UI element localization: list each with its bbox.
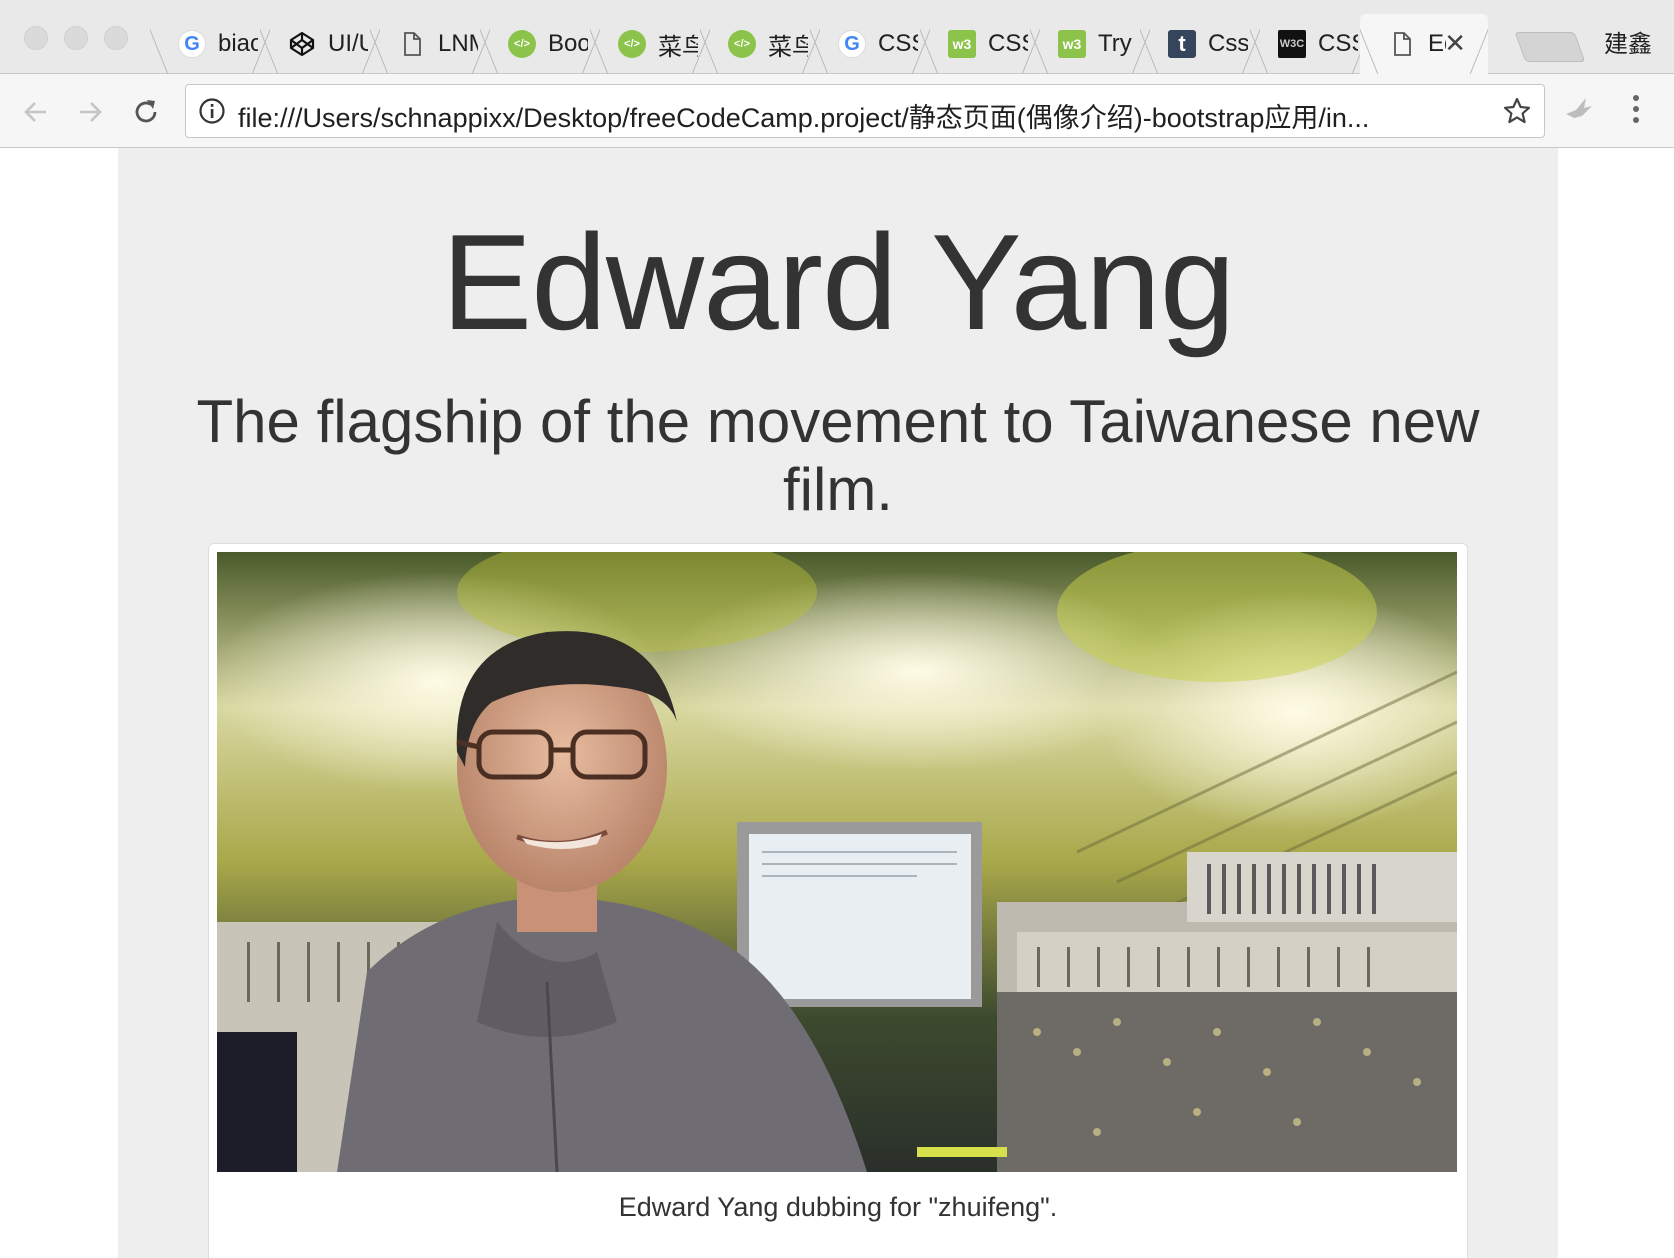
tab-label: CSS	[1318, 30, 1358, 57]
bookmark-star-icon[interactable]	[1502, 96, 1532, 126]
browser-tab[interactable]: </> Boot	[480, 14, 600, 74]
arrow-left-icon	[24, 102, 46, 122]
browser-tab[interactable]: </> 菜鸟	[590, 14, 710, 74]
url-text[interactable]: file:///Users/schnappixx/Desktop/freeCod…	[238, 96, 1478, 135]
tab-label: CSS	[988, 30, 1028, 57]
reload-button[interactable]	[128, 94, 164, 130]
w3school-icon: w3	[1058, 30, 1086, 58]
back-button[interactable]	[18, 94, 54, 130]
tab-label: UI/UX	[328, 30, 368, 57]
portrait-photo	[217, 552, 1457, 1172]
document-icon	[398, 30, 426, 58]
profile-name[interactable]: 建鑫	[1604, 24, 1652, 59]
browser-tab[interactable]: LNMP	[370, 14, 490, 74]
window-zoom-button[interactable]	[104, 26, 128, 50]
tab-label: Try	[1098, 30, 1132, 57]
runoob-icon: </>	[508, 30, 536, 58]
tab-label: 菜鸟	[768, 33, 808, 61]
browser-tab[interactable]: t Css	[1140, 14, 1260, 74]
window-minimize-button[interactable]	[64, 26, 88, 50]
image-thumbnail: Edward Yang dubbing for "zhuifeng".	[208, 543, 1468, 1258]
codepen-icon	[288, 30, 316, 58]
tab-label: Css	[1208, 30, 1248, 57]
bird-extension-icon[interactable]	[1562, 92, 1596, 126]
close-icon[interactable]: ✕	[1444, 28, 1466, 59]
browser-tab[interactable]: UI/UX	[260, 14, 380, 74]
tab-strip: G biao UI/UX LNMP </> Boot </> 菜鸟 </> 菜鸟	[0, 0, 1674, 74]
browser-tab[interactable]: w3 CSS	[920, 14, 1040, 74]
tab-label: CSS	[878, 30, 918, 57]
runoob-icon: </>	[618, 30, 646, 58]
new-tab-button[interactable]	[1514, 32, 1586, 62]
google-icon: G	[838, 30, 866, 58]
w3school-icon: w3	[948, 30, 976, 58]
info-icon[interactable]	[198, 97, 226, 125]
page-viewport: Edward Yang The flagship of the movement…	[0, 148, 1674, 1258]
jumbotron-container: Edward Yang The flagship of the movement…	[118, 148, 1558, 1258]
address-bar[interactable]: file:///Users/schnappixx/Desktop/freeCod…	[185, 84, 1545, 138]
arrow-right-icon	[80, 102, 102, 122]
tab-label: Boot	[548, 30, 588, 57]
document-icon	[1388, 30, 1416, 58]
w3c-icon: W3C	[1278, 30, 1306, 58]
more-menu-icon[interactable]	[1628, 92, 1644, 126]
page-subtitle: The flagship of the movement to Taiwanes…	[196, 388, 1480, 523]
reload-icon	[135, 100, 157, 123]
image-caption: Edward Yang dubbing for "zhuifeng".	[618, 1192, 1058, 1222]
tab-label: LNMP	[438, 30, 478, 57]
browser-tab[interactable]: w3 Try	[1030, 14, 1150, 74]
browser-tab[interactable]: G biao	[150, 14, 270, 74]
forward-button[interactable]	[72, 94, 108, 130]
browser-tab[interactable]: </> 菜鸟	[700, 14, 820, 74]
tab-label: 菜鸟	[658, 33, 698, 61]
runoob-icon: </>	[728, 30, 756, 58]
browser-toolbar: file:///Users/schnappixx/Desktop/freeCod…	[0, 74, 1674, 148]
browser-tab[interactable]: W3C CSS	[1250, 14, 1370, 74]
browser-tab[interactable]: G CSS	[810, 14, 930, 74]
page-title: Edward Yang	[441, 206, 1236, 358]
tab-label: biao	[218, 30, 258, 57]
browser-tab-active[interactable]: Ed ✕	[1360, 14, 1488, 74]
tab-list: G biao UI/UX LNMP </> Boot </> 菜鸟 </> 菜鸟	[150, 14, 1530, 74]
google-icon: G	[178, 30, 206, 58]
tumblr-icon: t	[1168, 30, 1196, 58]
window-close-button[interactable]	[24, 26, 48, 50]
